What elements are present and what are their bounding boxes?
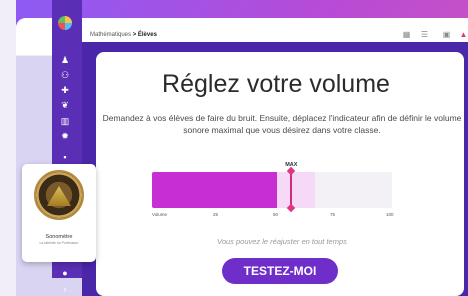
tick-label: 100 — [386, 212, 394, 217]
volume-headroom — [276, 172, 316, 208]
axis-label: Volume — [152, 212, 168, 217]
apps-icon[interactable]: ▣ — [442, 30, 451, 39]
widget-subtitle: La tablette du Professeur — [39, 241, 79, 245]
breadcrumb-parent[interactable]: Mathématiques — [90, 32, 131, 38]
paw-icon[interactable]: ❦ — [60, 100, 70, 110]
hint-text: Vous pouvez le réajuster en tout temps — [217, 237, 347, 246]
background-left — [0, 0, 16, 296]
tick-label: 25 — [213, 212, 219, 217]
breadcrumb: Mathématiques > Élèves — [90, 32, 157, 38]
logo-icon[interactable] — [58, 16, 72, 30]
gear-icon[interactable]: ✹ — [60, 131, 70, 141]
test-me-button[interactable]: TESTEZ-MOI — [222, 258, 338, 284]
description: Demandez à vos élèves de faire du bruit.… — [102, 113, 462, 135]
widget-title: Sonomètre — [45, 234, 73, 240]
bell-icon[interactable]: ▲ — [459, 30, 468, 39]
volume-meter[interactable] — [152, 172, 392, 208]
page-title: Réglez votre volume — [162, 70, 390, 98]
chart-icon[interactable]: ▥ — [60, 116, 70, 126]
info-icon[interactable]: ● — [60, 268, 70, 278]
breadcrumb-separator: > — [132, 32, 137, 38]
tick-label: 50 — [273, 212, 279, 217]
volume-level-fill — [152, 172, 277, 208]
tick-label: 75 — [330, 212, 336, 217]
person-icon[interactable]: ♟ — [60, 55, 70, 65]
breadcrumb-current: Élèves — [137, 32, 157, 38]
grid-icon[interactable]: ▦ — [402, 30, 411, 39]
chevron-right-icon[interactable]: › — [60, 284, 70, 294]
list-icon[interactable]: ☰ — [420, 30, 429, 39]
chat-icon[interactable]: ▪ — [60, 152, 70, 162]
